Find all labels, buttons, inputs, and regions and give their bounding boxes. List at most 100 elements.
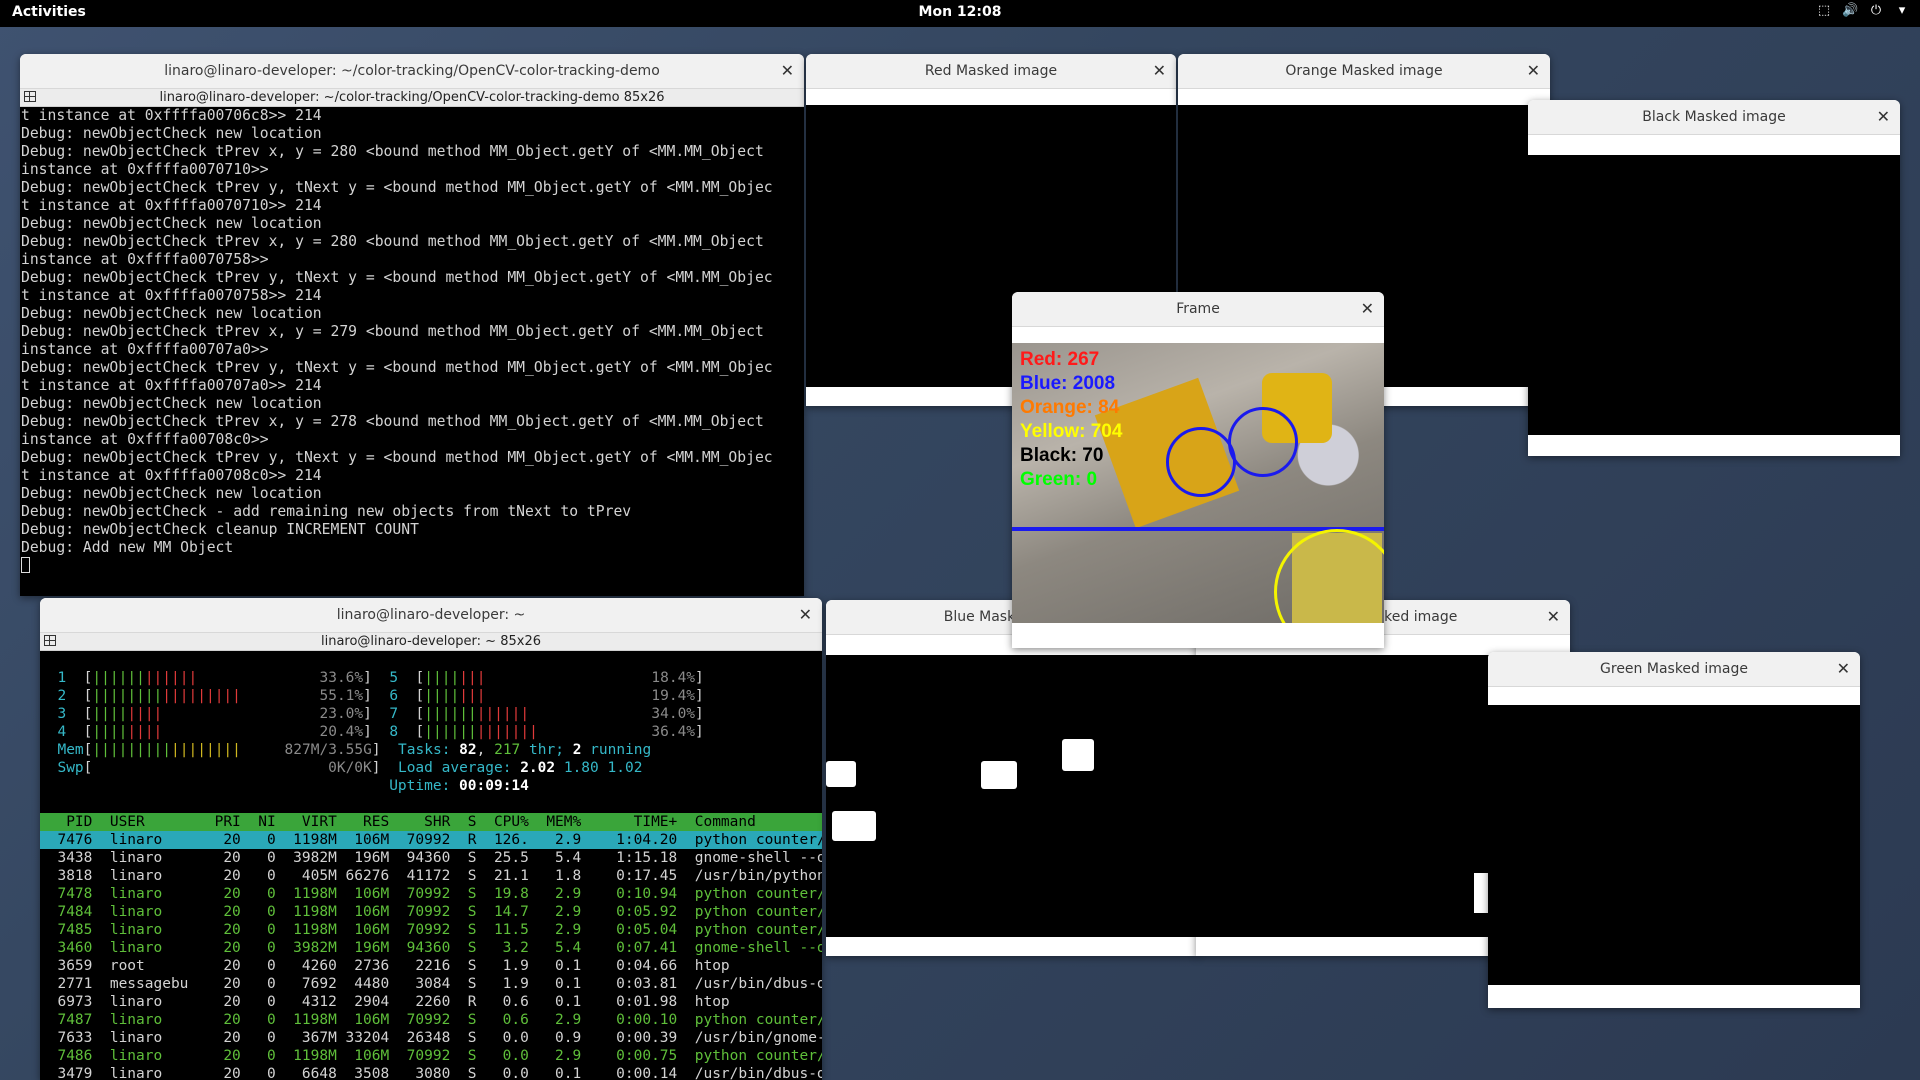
- terminal-line: Debug: newObjectCheck tPrev x, y = 279 <…: [21, 323, 764, 340]
- htop-output[interactable]: 1 [|||||||||||| 33.6%] 5 [||||||| 18.4%]…: [40, 651, 822, 1080]
- cpu-number: 3: [57, 706, 67, 722]
- cpu-meter-row: 2 [||||||||||||||||| 55.1%] 6 [||||||| 1…: [57, 688, 704, 704]
- mask-blob: [981, 761, 1017, 789]
- window-title: Orange Masked image: [1285, 63, 1443, 79]
- terminal-line: t instance at 0xffffa0070710>> 214: [21, 197, 322, 214]
- threads-count: 217: [494, 742, 521, 758]
- mask-blob: [1062, 739, 1094, 771]
- color-count-label: Yellow: 704: [1020, 421, 1123, 442]
- mem-label: Mem: [57, 742, 84, 758]
- tab-title: linaro@linaro-developer: ~/color-trackin…: [159, 90, 665, 105]
- terminal-window-tracking[interactable]: linaro@linaro-developer: ~/color-trackin…: [20, 54, 804, 596]
- cpu-bar: ||||||||||||: [92, 670, 198, 686]
- process-row[interactable]: 7476 linaro 20 0 1198M 106M 70992 R 126.…: [40, 831, 822, 849]
- cpu-number: 5: [389, 670, 399, 686]
- tasks-count: 82: [459, 742, 477, 758]
- close-icon[interactable]: ✕: [799, 598, 812, 632]
- mask-blob: [826, 761, 856, 787]
- running-label: running: [581, 742, 652, 758]
- process-row[interactable]: 7633 linaro 20 0 367M 33204 26348 S 0.0 …: [40, 1029, 822, 1047]
- terminal-line: Debug: Add new MM Object: [21, 539, 234, 556]
- swap-value: 0K/0K: [92, 760, 372, 776]
- cpu-percent: 36.4%: [642, 724, 696, 740]
- frame-window[interactable]: Frame ✕ Red: 267 Blue: 2008 Orange: 84 Yell…: [1012, 292, 1384, 648]
- cpu-bar: ||||||||||||: [424, 706, 530, 722]
- clock[interactable]: Mon 12:08: [919, 4, 1002, 20]
- black-mask-image: [1528, 155, 1900, 435]
- black-masked-window[interactable]: Black Masked image ✕: [1528, 100, 1900, 456]
- terminal-line: Debug: newObjectCheck new location: [21, 125, 322, 142]
- load-1: 2.02: [520, 760, 556, 776]
- swap-label: Swp: [57, 760, 84, 776]
- close-icon[interactable]: ✕: [1153, 54, 1166, 88]
- process-row[interactable]: 6973 linaro 20 0 4312 2904 2260 R 0.6 0.…: [40, 993, 822, 1011]
- spacer-row: [40, 795, 822, 813]
- terminal-tab[interactable]: linaro@linaro-developer: ~ 85x26: [40, 633, 822, 651]
- terminal-cursor: [21, 557, 30, 573]
- network-icon: ⬚: [1817, 3, 1831, 18]
- terminal-tab[interactable]: linaro@linaro-developer: ~/color-trackin…: [20, 89, 804, 107]
- close-icon[interactable]: ✕: [1527, 54, 1540, 88]
- title-bar[interactable]: Orange Masked image ✕: [1178, 54, 1550, 89]
- terminal-line: Debug: newObjectCheck new location: [21, 305, 322, 322]
- cpu-percent: 33.6%: [310, 670, 364, 686]
- terminal-window-htop[interactable]: linaro@linaro-developer: ~ ✕ linaro@lina…: [40, 598, 822, 1080]
- process-row[interactable]: 3659 root 20 0 4260 2736 2216 S 1.9 0.1 …: [40, 957, 822, 975]
- terminal-line: instance at 0xffffa0070710>>: [21, 161, 269, 178]
- title-bar[interactable]: Red Masked image ✕: [806, 54, 1176, 89]
- terminal-menu-icon[interactable]: [24, 91, 36, 102]
- mem-meter-row: Mem[||||||||||||||||| 827M/3.55G] Tasks:…: [57, 742, 652, 758]
- window-title: Frame: [1176, 301, 1220, 317]
- cpu-meter-row: 1 [|||||||||||| 33.6%] 5 [||||||| 18.4%]: [57, 670, 704, 686]
- close-icon[interactable]: ✕: [1361, 292, 1374, 326]
- green-masked-window[interactable]: Green Masked image ✕: [1488, 652, 1860, 1008]
- blue-masked-window[interactable]: Blue Masked image ✕: [826, 600, 1198, 956]
- camera-frame: Red: 267 Blue: 2008 Orange: 84 Yellow: 704 B…: [1012, 343, 1384, 623]
- title-bar[interactable]: Frame ✕: [1012, 292, 1384, 327]
- threads-label: thr;: [520, 742, 573, 758]
- process-row[interactable]: 7478 linaro 20 0 1198M 106M 70992 S 19.8…: [40, 885, 822, 903]
- cpu-percent: 20.4%: [310, 724, 364, 740]
- color-count-label: Green: 0: [1020, 469, 1098, 490]
- process-row[interactable]: 3460 linaro 20 0 3982M 196M 94360 S 3.2 …: [40, 939, 822, 957]
- process-row[interactable]: 2771 messagebu 20 0 7692 4480 3084 S 1.9…: [40, 975, 822, 993]
- process-row[interactable]: 7487 linaro 20 0 1198M 106M 70992 S 0.6 …: [40, 1011, 822, 1029]
- uptime-label: Uptime:: [389, 778, 460, 794]
- cpu-percent: 23.0%: [310, 706, 364, 722]
- title-bar[interactable]: Green Masked image ✕: [1488, 652, 1860, 687]
- cpu-bar: |||||||||||||||||: [92, 688, 241, 704]
- process-row[interactable]: 7486 linaro 20 0 1198M 106M 70992 S 0.0 …: [40, 1047, 822, 1065]
- terminal-menu-icon[interactable]: [44, 635, 56, 646]
- process-row[interactable]: 3438 linaro 20 0 3982M 196M 94360 S 25.5…: [40, 849, 822, 867]
- title-bar[interactable]: Black Masked image ✕: [1528, 100, 1900, 135]
- title-bar[interactable]: linaro@linaro-developer: ~/color-trackin…: [20, 54, 804, 89]
- process-row[interactable]: 7485 linaro 20 0 1198M 106M 70992 S 11.5…: [40, 921, 822, 939]
- process-row[interactable]: 7484 linaro 20 0 1198M 106M 70992 S 14.7…: [40, 903, 822, 921]
- terminal-line: Debug: newObjectCheck tPrev y, tNext y =…: [21, 269, 773, 286]
- terminal-line: Debug: newObjectCheck tPrev x, y = 278 <…: [21, 413, 764, 430]
- cpu-meter-row: 3 [|||||||| 23.0%] 7 [|||||||||||| 34.0%…: [57, 706, 704, 722]
- terminal-line: instance at 0xffffa00707a0>>: [21, 341, 269, 358]
- terminal-line: t instance at 0xffffa00706c8>> 214: [21, 107, 322, 124]
- cpu-number: 6: [389, 688, 399, 704]
- close-icon[interactable]: ✕: [1547, 600, 1560, 634]
- activities-button[interactable]: Activities: [12, 4, 86, 20]
- process-row[interactable]: 3479 linaro 20 0 6648 3508 3080 S 0.0 0.…: [40, 1065, 822, 1080]
- close-icon[interactable]: ✕: [1837, 652, 1850, 686]
- title-bar[interactable]: linaro@linaro-developer: ~ ✕: [40, 598, 822, 633]
- terminal-line: Debug: newObjectCheck tPrev y, tNext y =…: [21, 359, 773, 376]
- system-tray[interactable]: ⬚ 🔊 ⏻ ▾: [1816, 3, 1910, 19]
- cpu-number: 1: [57, 670, 67, 686]
- terminal-output[interactable]: t instance at 0xffffa00706c8>> 214 Debug:…: [20, 107, 804, 596]
- window-title: Black Masked image: [1642, 109, 1786, 125]
- uptime-row: Uptime: 00:09:14: [40, 777, 822, 795]
- terminal-line: Debug: newObjectCheck tPrev y, tNext y =…: [21, 449, 773, 466]
- mask-blob: [1474, 873, 1488, 913]
- process-row[interactable]: 3818 linaro 20 0 405M 66276 41172 S 21.1…: [40, 867, 822, 885]
- color-count-label: Red: 267: [1020, 349, 1100, 370]
- terminal-line: Debug: newObjectCheck tPrev x, y = 280 <…: [21, 233, 764, 250]
- mask-blob: [832, 811, 876, 841]
- green-mask-image: [1488, 705, 1860, 985]
- close-icon[interactable]: ✕: [781, 54, 794, 88]
- close-icon[interactable]: ✕: [1877, 100, 1890, 134]
